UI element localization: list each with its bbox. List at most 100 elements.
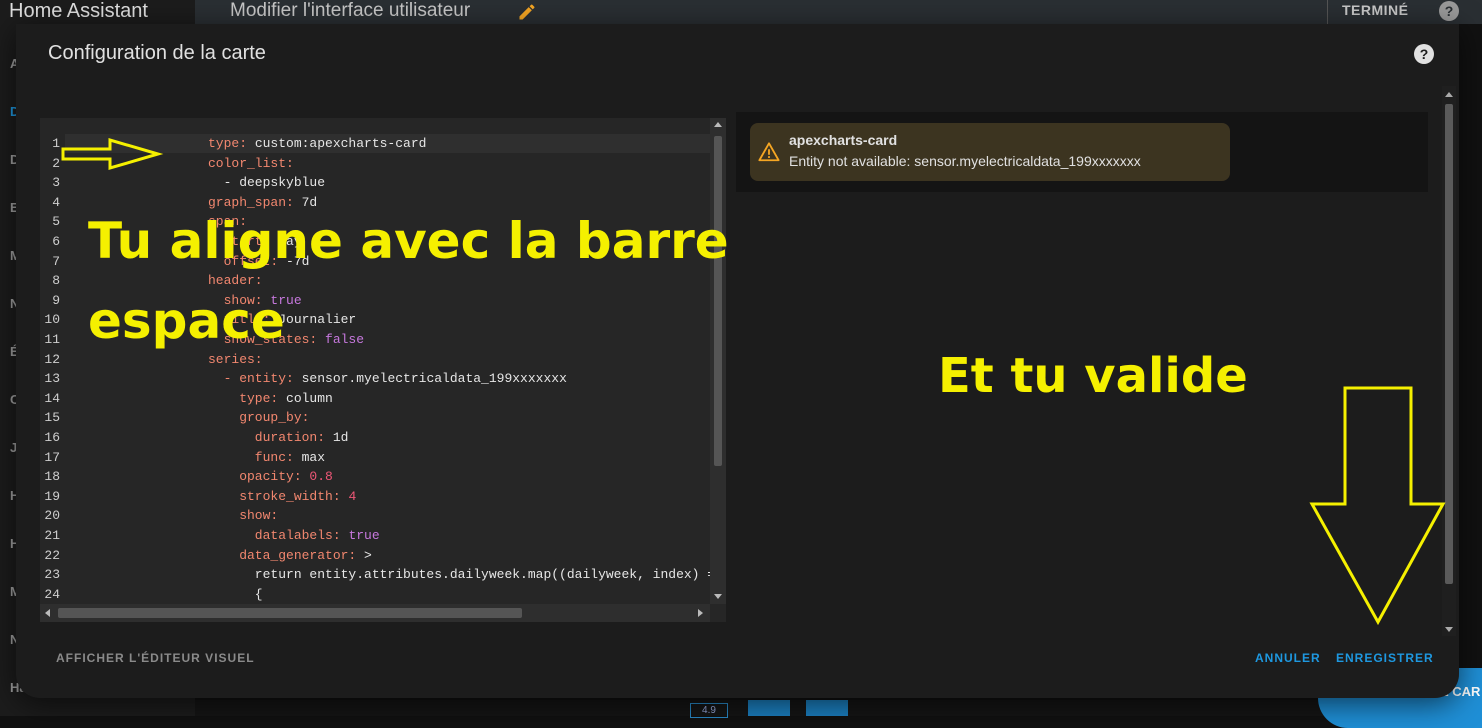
annotation-text: espace xyxy=(88,292,285,350)
line-number: 9 xyxy=(52,292,60,308)
line-number: 22 xyxy=(44,547,60,563)
yaml-value: false xyxy=(325,332,365,347)
code-line[interactable]: color_list: xyxy=(208,154,294,174)
show-visual-editor-button[interactable]: AFFICHER L'ÉDITEUR VISUEL xyxy=(56,651,255,665)
yaml-code-editor[interactable]: 1 2 3 4 5 6 7 8 9 10 11 12 13 14 15 16 17 18 19 20 21 22 23 24 … xyxy=(40,118,726,622)
yaml-key: - entity: xyxy=(208,371,302,387)
yaml-key: header: xyxy=(208,273,263,289)
yaml-value: column xyxy=(286,390,333,406)
line-number: 6 xyxy=(52,234,60,249)
code-line[interactable]: return entity.attributes.dailyweek.map((… xyxy=(208,565,723,585)
code-line[interactable]: group_by: xyxy=(208,408,309,428)
arrow-down-annotation-icon xyxy=(1309,386,1446,626)
line-number: 21 xyxy=(44,528,60,543)
line-number: 20 xyxy=(44,508,60,524)
scroll-up-icon[interactable] xyxy=(714,122,722,127)
code-line[interactable]: opacity: 0.8 xyxy=(208,467,333,487)
line-number: 11 xyxy=(44,332,60,347)
done-button[interactable]: TERMINÉ xyxy=(1327,0,1423,24)
help-icon[interactable]: ? xyxy=(1414,44,1434,64)
page-title: Modifier l'interface utilisateur xyxy=(230,0,471,21)
line-number: 3 xyxy=(52,175,60,191)
line-number: 19 xyxy=(44,488,60,504)
yaml-key: data_generator: xyxy=(208,547,365,563)
line-number: 4 xyxy=(52,194,60,210)
scrollbar-thumb[interactable] xyxy=(714,136,722,466)
help-icon[interactable]: ? xyxy=(1439,1,1459,21)
code-line[interactable]: graph_span: 7d xyxy=(208,193,317,213)
code-line[interactable]: - deepskyblue xyxy=(208,173,325,193)
code-line[interactable]: func: max xyxy=(208,448,325,468)
alert-title: apexcharts-card xyxy=(789,132,898,148)
yaml-key: graph_span: xyxy=(208,194,302,210)
yaml-key: series: xyxy=(208,351,263,367)
line-number: 10 xyxy=(44,312,60,328)
yaml-value: { xyxy=(208,586,263,602)
line-number: 2 xyxy=(52,155,60,171)
code-line[interactable]: duration: 1d xyxy=(208,428,349,448)
yaml-value: 1d xyxy=(332,430,349,445)
code-line[interactable]: - entity: sensor.myelectricaldata_199xxx… xyxy=(208,369,567,389)
yaml-value: - deepskyblue xyxy=(208,175,326,191)
line-number: 5 xyxy=(52,214,60,230)
line-number: 12 xyxy=(44,351,60,367)
yaml-key: stroke_width: xyxy=(208,488,349,504)
yaml-key: show: xyxy=(208,508,279,524)
scroll-right-icon[interactable] xyxy=(698,609,703,617)
yaml-key: opacity: xyxy=(208,469,310,485)
editor-vertical-scrollbar[interactable] xyxy=(710,118,726,604)
line-number: 14 xyxy=(44,390,60,406)
line-number: 13 xyxy=(44,371,60,387)
yaml-key: datalabels: xyxy=(208,528,349,543)
dashboard-tile xyxy=(806,700,848,716)
scroll-up-icon[interactable] xyxy=(1445,92,1453,97)
code-line[interactable]: type: column xyxy=(208,389,333,409)
yaml-key: group_by: xyxy=(208,410,310,426)
yaml-value: > xyxy=(364,547,372,563)
yaml-key: color_list: xyxy=(208,155,294,171)
code-line[interactable]: datalabels: true xyxy=(208,526,380,546)
app-title: Home Assistant xyxy=(9,0,148,22)
dialog-title: Configuration de la carte xyxy=(48,42,266,64)
yaml-value: return entity.attributes.dailyweek.map((… xyxy=(208,567,723,583)
annotation-text: Tu aligne avec la barre xyxy=(88,212,729,270)
yaml-value: 0.8 xyxy=(309,469,333,485)
warning-icon xyxy=(758,142,780,162)
line-number: 18 xyxy=(44,469,60,485)
code-line[interactable]: series: xyxy=(208,350,263,370)
line-number: 17 xyxy=(44,449,60,465)
warning-alert: apexcharts-card Entity not available: se… xyxy=(750,123,1230,181)
code-line[interactable]: header: xyxy=(208,271,263,291)
cancel-button[interactable]: ANNULER xyxy=(1255,651,1321,665)
scrollbar-thumb[interactable] xyxy=(58,608,522,618)
yaml-key: func: xyxy=(208,449,302,465)
yaml-value: sensor.myelectricaldata_199xxxxxxx xyxy=(301,371,567,387)
code-line[interactable]: data_generator: > xyxy=(208,546,372,566)
line-number-gutter: 1 2 3 4 5 6 7 8 9 10 11 12 13 14 15 16 17 18 19 20 21 22 23 24 xyxy=(40,118,65,604)
save-button[interactable]: ENREGISTRER xyxy=(1336,651,1434,665)
dashboard-tile xyxy=(748,700,790,716)
yaml-value: 4 xyxy=(348,488,357,504)
editor-horizontal-scrollbar[interactable] xyxy=(40,604,710,622)
line-number: 16 xyxy=(44,430,60,445)
top-bar: Modifier l'interface utilisateur TERMINÉ… xyxy=(195,0,1482,24)
code-line[interactable]: { xyxy=(208,585,263,605)
yaml-value: 7d xyxy=(301,194,318,210)
yaml-value: max xyxy=(301,449,326,465)
line-number: 1 xyxy=(52,136,60,151)
alert-message: Entity not available: sensor.myelectrica… xyxy=(789,153,1141,169)
yaml-key: duration: xyxy=(208,430,333,445)
pencil-icon[interactable] xyxy=(517,2,537,22)
yaml-value: true xyxy=(348,528,380,543)
code-line[interactable]: show: xyxy=(208,506,278,526)
scroll-down-icon[interactable] xyxy=(714,594,722,599)
code-line[interactable]: stroke_width: 4 xyxy=(208,487,356,507)
code-line[interactable]: type: custom:apexcharts-card xyxy=(208,134,426,154)
annotation-text: Et tu valide xyxy=(938,348,1248,404)
line-number: 24 xyxy=(44,586,60,602)
card-preview: apexcharts-card Entity not available: se… xyxy=(736,112,1428,192)
scroll-left-icon[interactable] xyxy=(45,609,50,617)
yaml-key: type: xyxy=(208,136,255,151)
line-number: 23 xyxy=(44,567,60,583)
line-number: 7 xyxy=(52,253,60,269)
